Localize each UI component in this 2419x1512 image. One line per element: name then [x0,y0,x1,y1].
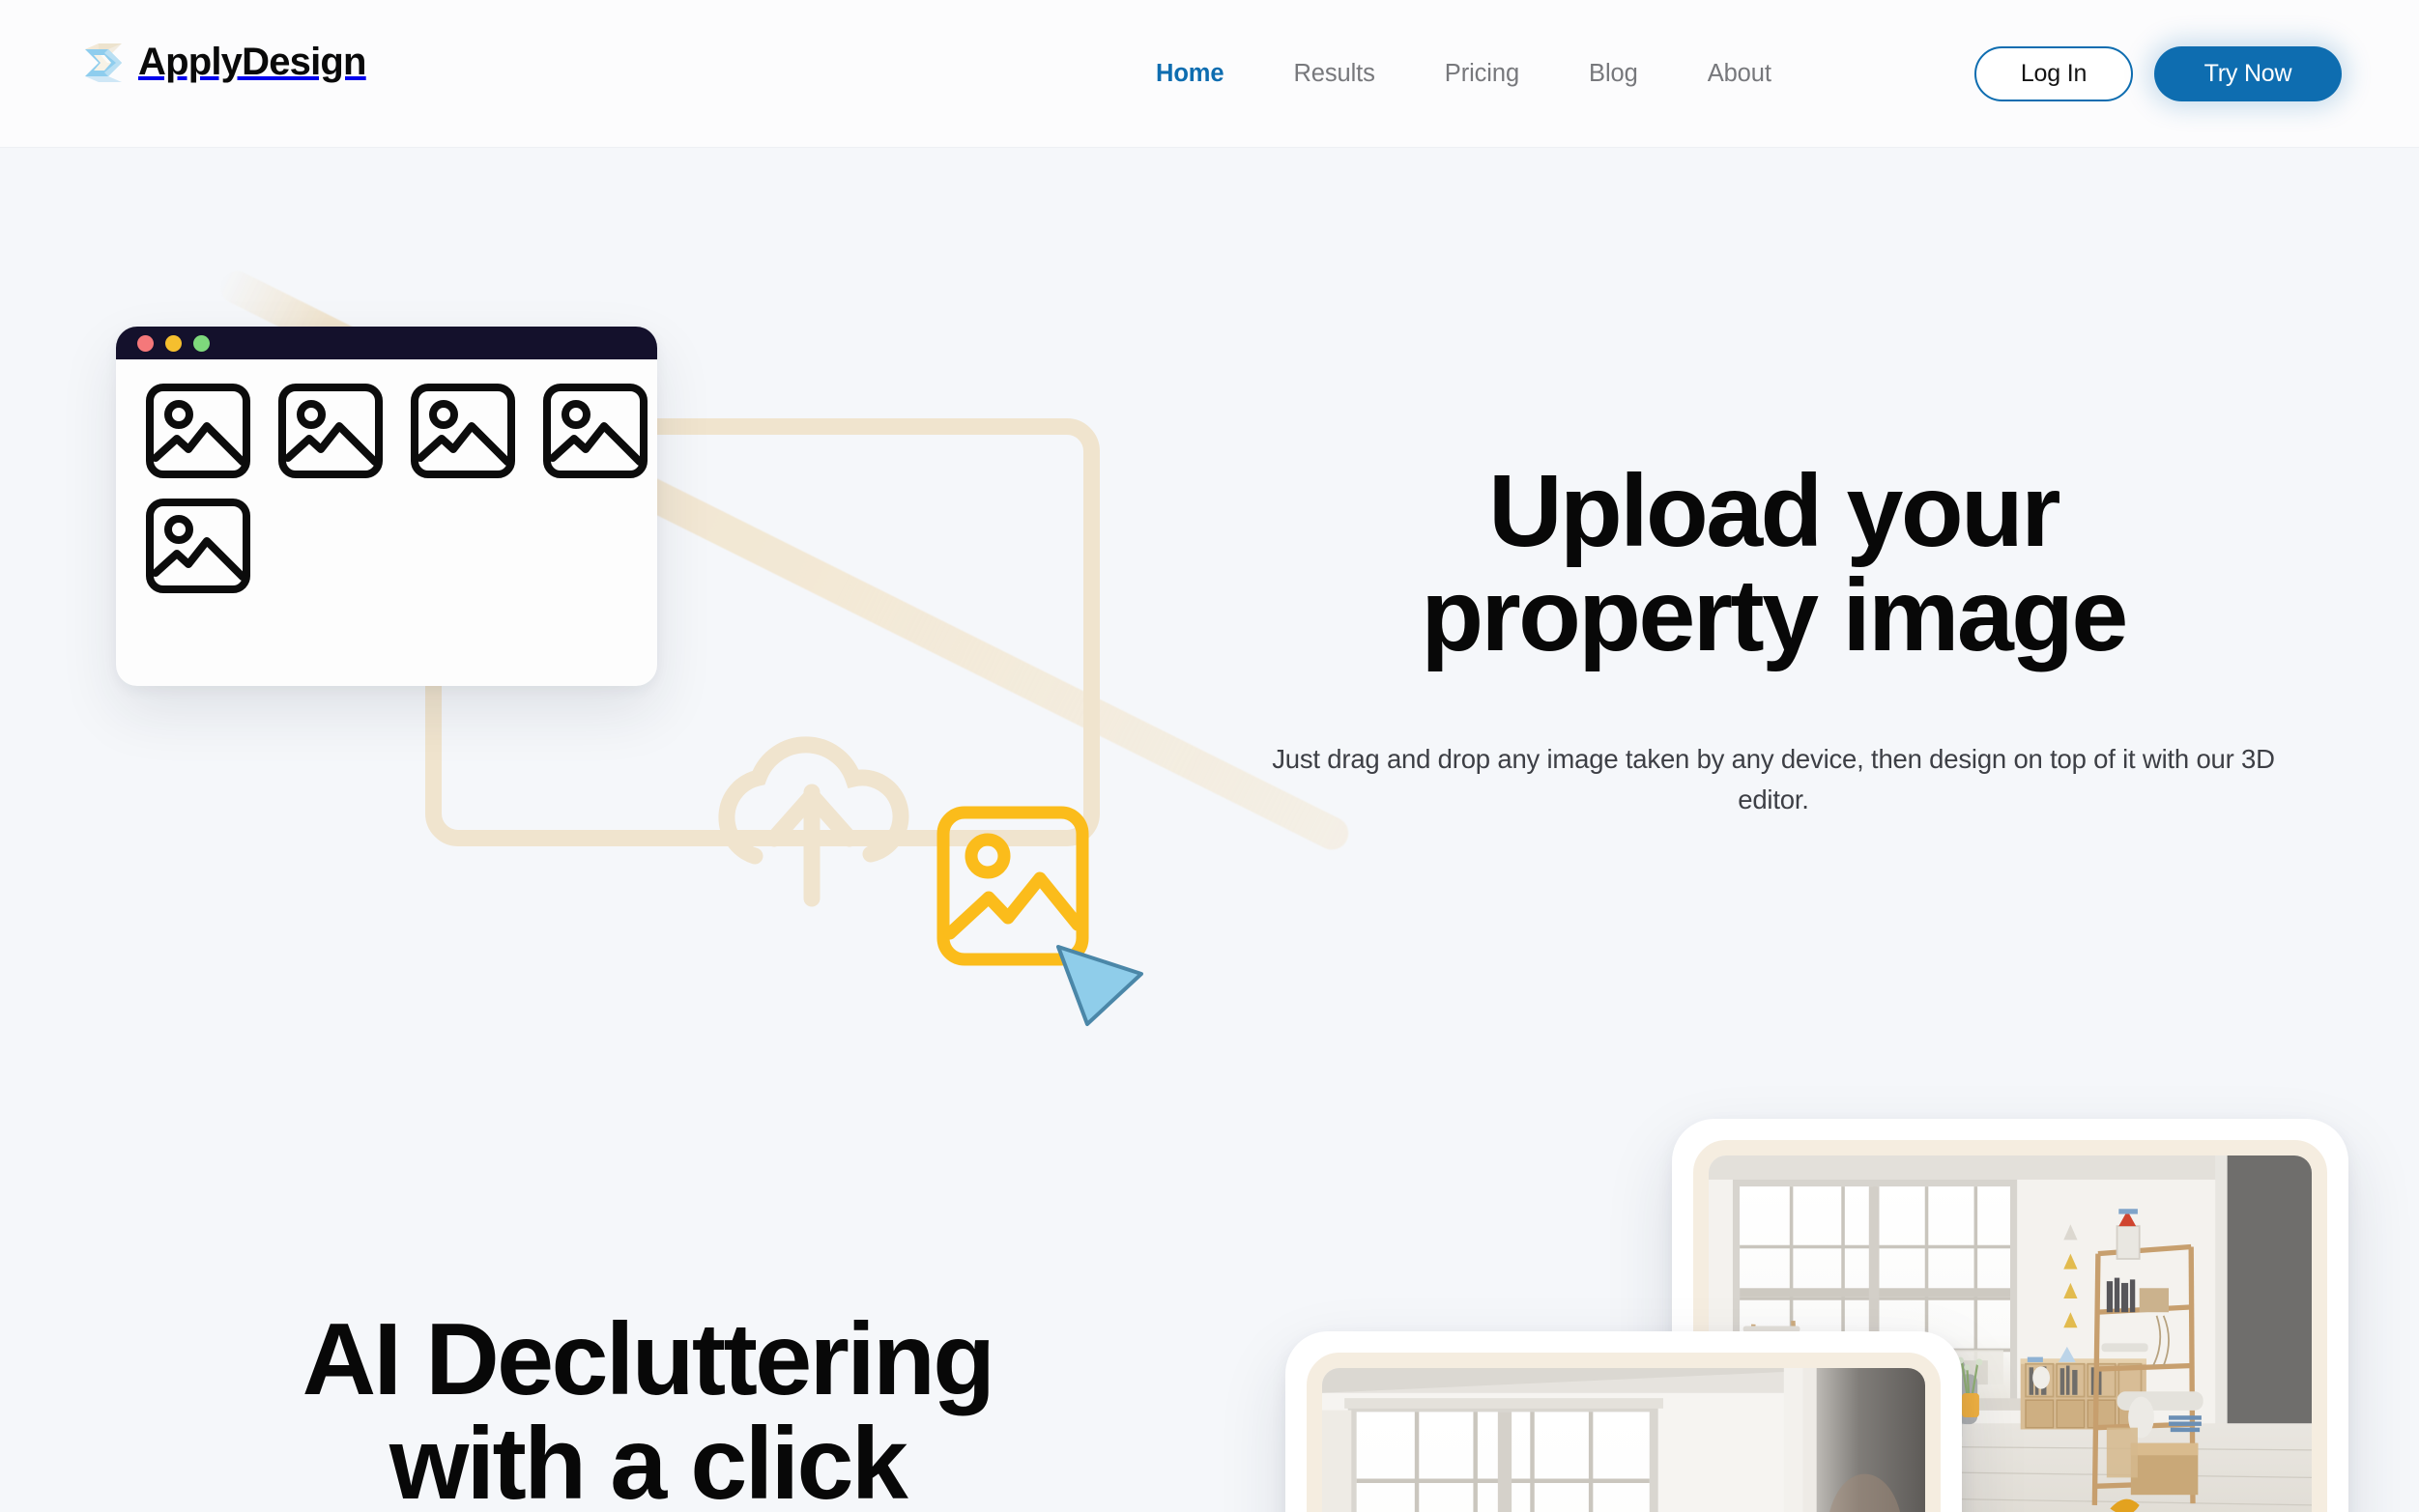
upload-heading: Upload your property image [1237,459,2310,668]
declutter-heading-line-1: AI Decluttering [302,1302,995,1416]
try-now-button[interactable]: Try Now [2154,46,2342,101]
page-content: Upload your property image Just drag and… [0,148,2419,1512]
before-after-photo-stack [1285,1119,2419,1512]
brand-logo[interactable]: ApplyDesign [81,41,366,84]
image-gallery-window-mockup [116,327,657,686]
site-header: ApplyDesign Home Results Pricing Blog Ab… [0,0,2419,148]
chevron-3d-logo-icon [85,43,122,82]
nav-item-pricing[interactable]: Pricing [1410,60,1554,88]
window-titlebar [116,327,657,359]
nav-item-blog[interactable]: Blog [1554,60,1673,88]
main-navigation: Home Results Pricing Blog About [1121,0,1806,148]
section-upload-your-property-image: Upload your property image Just drag and… [0,148,2419,1026]
image-placeholder-icon-2 [278,384,383,478]
upload-heading-line-2: property image [1421,558,2128,673]
window-close-dot[interactable] [137,334,154,352]
room-after-photo-inner [1307,1353,1941,1512]
upload-illustration [116,206,1354,1026]
image-placeholder-icon-4 [543,384,648,478]
room-after-illustration [1322,1368,1925,1512]
image-placeholder-icon-3 [411,384,515,478]
room-after-photo [1285,1331,1962,1512]
window-gallery-grid [116,359,657,594]
nav-item-home[interactable]: Home [1121,60,1258,88]
cloud-upload-icon [718,736,909,907]
upload-copy-block: Upload your property image Just drag and… [1237,148,2310,820]
brand-name: ApplyDesign [138,41,366,83]
upload-body-text: Just drag and drop any image taken by an… [1272,744,2275,815]
image-placeholder-icon-5 [146,499,250,593]
image-placeholder-icon-1 [146,384,250,478]
window-maximize-dot[interactable] [193,334,210,352]
declutter-heading-line-2: with a click [389,1407,908,1512]
nav-item-about[interactable]: About [1673,60,1806,88]
window-minimize-dot[interactable] [165,334,182,352]
header-actions: Log In Try Now [1974,0,2342,148]
log-in-button[interactable]: Log In [1974,46,2133,101]
upload-heading-line-1: Upload your [1488,454,2060,568]
declutter-copy-block: AI Decluttering with a click [106,1307,1189,1512]
declutter-heading: AI Decluttering with a click [106,1307,1189,1512]
section-ai-decluttering: AI Decluttering with a click [0,950,2419,1512]
nav-item-results[interactable]: Results [1258,60,1409,88]
